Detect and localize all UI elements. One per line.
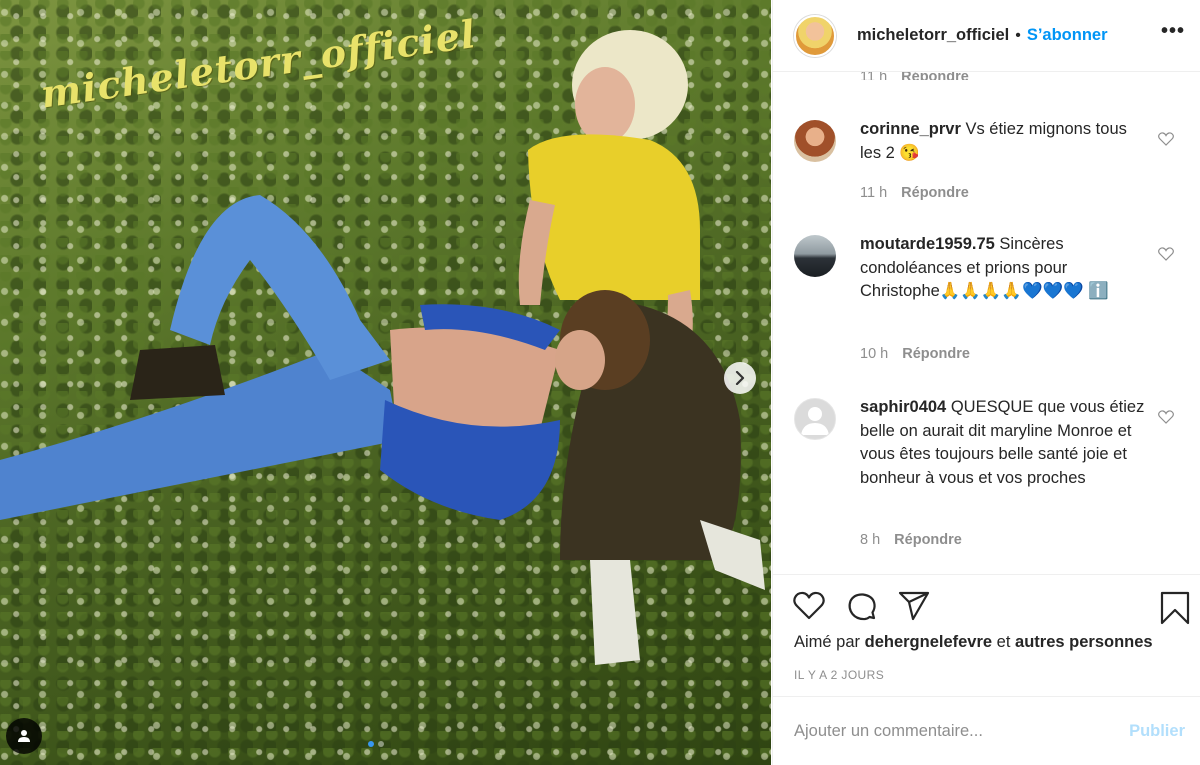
photo-figures — [0, 30, 765, 665]
commenter-avatar[interactable] — [794, 120, 836, 162]
partial-comment-meta: 11 h Répondre — [860, 72, 969, 80]
likes-summary: Aimé par dehergnelefevre et autres perso… — [794, 633, 1153, 652]
carousel-dot — [378, 741, 384, 747]
user-tag-icon — [18, 730, 30, 742]
liker-username[interactable]: dehergnelefevre — [865, 633, 992, 651]
commenter-username[interactable]: moutarde1959.75 — [860, 235, 995, 253]
default-avatar-icon — [801, 407, 829, 435]
comment-meta: 11 h Répondre — [860, 185, 969, 201]
heart-icon[interactable] — [793, 591, 825, 621]
likes-prefix: Aimé par — [794, 633, 865, 651]
commenter-avatar[interactable] — [794, 235, 836, 277]
carousel-indicator — [368, 741, 384, 747]
post-header: micheletorr_officiel • S’abonner ••• — [773, 0, 1200, 72]
author-username[interactable]: micheletorr_officiel — [857, 26, 1009, 45]
reply-button[interactable]: Répondre — [901, 72, 969, 80]
comment-meta: 8 h Répondre — [860, 532, 962, 548]
comment-meta: 10 h Répondre — [860, 346, 970, 362]
comment-icon[interactable] — [846, 591, 878, 623]
comment-time: 8 h — [860, 532, 881, 548]
header-separator: • — [1015, 26, 1021, 44]
heart-icon[interactable] — [1158, 247, 1174, 261]
comment-body: corinne_prvr Vs étiez mignons tous les 2… — [860, 118, 1150, 165]
heart-icon[interactable] — [1158, 410, 1174, 424]
user-tags-button[interactable] — [6, 718, 42, 754]
comment-body: saphir0404 QUESQUE que vous étiez belle … — [860, 396, 1150, 490]
post-actions: Aimé par dehergnelefevre et autres perso… — [773, 574, 1200, 696]
commenter-username[interactable]: corinne_prvr — [860, 120, 961, 138]
bookmark-icon[interactable] — [1160, 591, 1190, 625]
reply-button[interactable]: Répondre — [901, 185, 969, 201]
share-icon[interactable] — [898, 591, 930, 621]
post-date: IL Y A 2 JOURS — [794, 668, 885, 682]
comments-list[interactable]: 11 h Répondre corinne_prvr Vs étiez migno… — [773, 72, 1200, 574]
comment-input[interactable] — [794, 721, 1130, 741]
commenter-avatar[interactable] — [794, 398, 836, 440]
likes-others-link[interactable]: autres personnes — [1015, 633, 1153, 651]
heart-icon[interactable] — [1158, 132, 1174, 146]
publish-button[interactable]: Publier — [1129, 722, 1185, 741]
reply-button[interactable]: Répondre — [902, 346, 970, 362]
comment-time: 11 h — [860, 185, 888, 201]
post-side-panel: micheletorr_officiel • S’abonner ••• 11 … — [772, 0, 1200, 765]
commenter-username[interactable]: saphir0404 — [860, 398, 946, 416]
author-avatar[interactable] — [794, 14, 836, 57]
comment-body: moutarde1959.75 Sincères condoléances et… — [860, 233, 1150, 304]
add-comment-bar: Publier — [773, 696, 1200, 765]
follow-button[interactable]: S’abonner — [1027, 26, 1108, 45]
more-icon: ••• — [1160, 20, 1185, 42]
carousel-dot-active — [368, 741, 374, 747]
carousel-next-button[interactable] — [724, 362, 756, 394]
comment-time: 10 h — [860, 346, 889, 362]
comment-time: 11 h — [860, 72, 888, 80]
likes-middle: et — [992, 633, 1016, 651]
reply-button[interactable]: Répondre — [894, 532, 962, 548]
post-photo: micheletorr_officiel — [0, 0, 771, 765]
more-options-button[interactable]: ••• — [1161, 20, 1185, 51]
chevron-right-icon — [735, 371, 745, 385]
